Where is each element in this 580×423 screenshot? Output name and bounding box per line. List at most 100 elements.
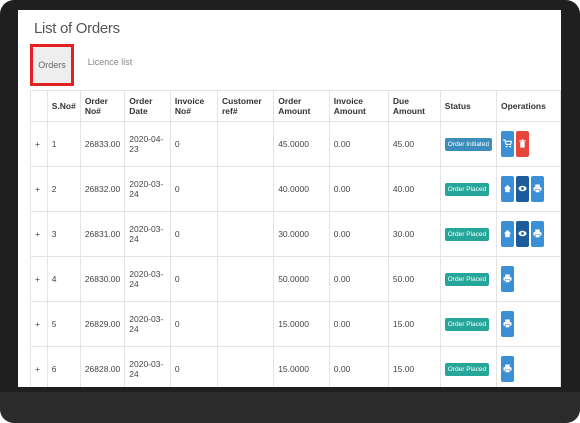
cell-order-amount: 15.0000 <box>273 301 330 347</box>
cell-customer-ref <box>216 346 275 387</box>
expand-toggle[interactable]: + <box>30 121 48 167</box>
cell-invoice-amount: 0.00 <box>328 121 389 167</box>
trash-icon <box>519 139 526 148</box>
col-order-no: Order No# <box>79 90 126 122</box>
print-icon <box>503 319 512 328</box>
print-icon <box>533 229 542 238</box>
cell-invoice-amount: 0.00 <box>328 301 389 347</box>
cell-sno: 5 <box>46 301 81 347</box>
cell-invoice-amount: 0.00 <box>328 346 389 387</box>
home-button[interactable] <box>500 176 514 202</box>
cell-order-amount: 50.0000 <box>273 256 330 302</box>
status-badge: Order Placed <box>444 317 490 331</box>
page-title: List of Orders <box>34 20 120 37</box>
cell-due-amount: 15.00 <box>387 301 441 347</box>
status-badge: Order Initiated <box>444 137 492 151</box>
cell-status: Order Placed <box>439 211 497 257</box>
cell-order-date: 2020-03-24 <box>124 166 171 212</box>
print-button[interactable] <box>500 356 514 382</box>
cell-invoice-no: 0 <box>169 166 218 212</box>
tab-licence-list[interactable]: Licence list <box>80 44 140 80</box>
cell-order-date: 2020-03-24 <box>124 211 171 257</box>
cell-operations <box>495 166 561 212</box>
cell-status: Order Placed <box>439 301 497 347</box>
cell-order-amount: 30.0000 <box>273 211 330 257</box>
cell-operations <box>495 211 561 257</box>
cell-order-no: 26831.00 <box>79 211 126 257</box>
print-icon <box>503 364 512 373</box>
table-row: + 1 26833.00 2020-04-23 0 45.0000 0.00 4… <box>30 121 561 167</box>
cell-order-no: 26828.00 <box>79 346 126 387</box>
cell-order-amount: 45.0000 <box>273 121 330 167</box>
cell-customer-ref <box>216 256 275 302</box>
cell-invoice-no: 0 <box>169 211 218 257</box>
home-button[interactable] <box>500 221 514 247</box>
col-order-date: Order Date <box>124 90 171 122</box>
view-button[interactable] <box>515 221 529 247</box>
col-due-amount: Due Amount <box>387 90 441 122</box>
cell-due-amount: 50.00 <box>387 256 441 302</box>
home-icon <box>503 184 512 193</box>
cell-operations <box>495 121 561 167</box>
cell-invoice-amount: 0.00 <box>328 166 389 212</box>
eye-icon <box>518 185 527 192</box>
cell-order-date: 2020-03-24 <box>124 301 171 347</box>
cell-sno: 4 <box>46 256 81 302</box>
cell-operations <box>495 301 561 347</box>
screen: List of Orders Orders Licence list S.No#… <box>18 10 561 387</box>
orders-table: S.No# Order No# Order Date Invoice No# C… <box>30 90 561 387</box>
device-frame: List of Orders Orders Licence list S.No#… <box>0 0 580 423</box>
cell-order-no: 26832.00 <box>79 166 126 212</box>
cell-invoice-no: 0 <box>169 121 218 167</box>
print-button[interactable] <box>530 221 544 247</box>
expand-toggle[interactable]: + <box>30 211 48 257</box>
col-order-amount: Order Amount <box>273 90 330 122</box>
cell-order-no: 26830.00 <box>79 256 126 302</box>
cell-sno: 1 <box>46 121 81 167</box>
table-header-row: S.No# Order No# Order Date Invoice No# C… <box>30 90 561 122</box>
table-row: + 2 26832.00 2020-03-24 0 40.0000 0.00 4… <box>30 166 561 212</box>
table-row: + 4 26830.00 2020-03-24 0 50.0000 0.00 5… <box>30 256 561 302</box>
tab-orders[interactable]: Orders <box>30 44 74 86</box>
expand-toggle[interactable]: + <box>30 166 48 212</box>
cell-status: Order Initiated <box>439 121 497 167</box>
expand-toggle[interactable]: + <box>30 346 48 387</box>
cart-button[interactable] <box>500 131 514 157</box>
print-button[interactable] <box>530 176 544 202</box>
print-button[interactable] <box>500 266 514 292</box>
cell-due-amount: 40.00 <box>387 166 441 212</box>
view-button[interactable] <box>515 176 529 202</box>
expand-toggle[interactable]: + <box>30 256 48 302</box>
status-badge: Order Placed <box>444 227 490 241</box>
cell-order-date: 2020-03-24 <box>124 256 171 302</box>
status-badge: Order Placed <box>444 272 490 286</box>
cell-invoice-amount: 0.00 <box>328 211 389 257</box>
cell-customer-ref <box>216 211 275 257</box>
cell-customer-ref <box>216 121 275 167</box>
col-expand <box>30 90 48 122</box>
cell-order-amount: 15.0000 <box>273 346 330 387</box>
cell-order-amount: 40.0000 <box>273 166 330 212</box>
print-button[interactable] <box>500 311 514 337</box>
cell-status: Order Placed <box>439 346 497 387</box>
expand-toggle[interactable]: + <box>30 301 48 347</box>
col-operations: Operations <box>495 90 561 122</box>
cell-invoice-no: 0 <box>169 301 218 347</box>
delete-button[interactable] <box>515 131 529 157</box>
home-icon <box>503 229 512 238</box>
cell-order-no: 26829.00 <box>79 301 126 347</box>
col-invoice-no: Invoice No# <box>169 90 218 122</box>
status-badge: Order Placed <box>444 182 490 196</box>
cell-customer-ref <box>216 301 275 347</box>
cell-sno: 6 <box>46 346 81 387</box>
eye-icon <box>518 230 527 237</box>
col-status: Status <box>439 90 497 122</box>
cell-operations <box>495 346 561 387</box>
cell-invoice-no: 0 <box>169 256 218 302</box>
cell-invoice-no: 0 <box>169 346 218 387</box>
cell-due-amount: 45.00 <box>387 121 441 167</box>
cell-due-amount: 30.00 <box>387 211 441 257</box>
cell-operations <box>495 256 561 302</box>
cell-sno: 3 <box>46 211 81 257</box>
cell-order-date: 2020-04-23 <box>124 121 171 167</box>
